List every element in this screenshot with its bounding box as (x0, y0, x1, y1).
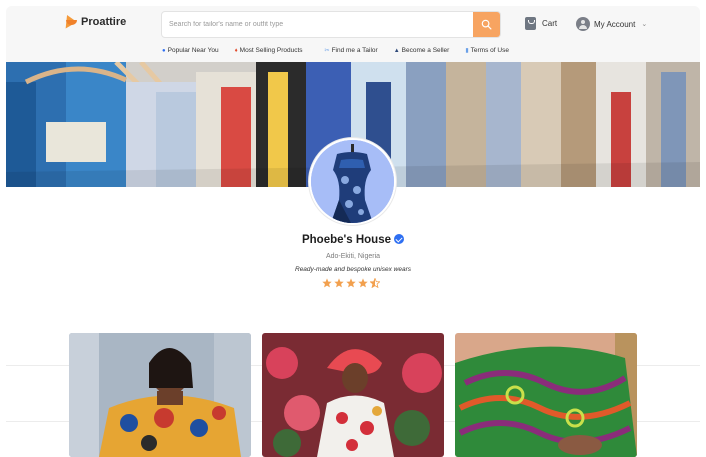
scissors-icon: ✂ (324, 47, 330, 54)
page: Proattire Cart My Account ⌄ (0, 0, 706, 457)
cart-label: Cart (542, 19, 558, 28)
product-image (262, 333, 444, 457)
nav-item-become-seller[interactable]: ▲ Become a Seller (394, 47, 450, 54)
star-half-icon (370, 278, 380, 288)
profile-section: Phoebe's House Ado-Ekiti, Nigeria Ready-… (6, 187, 700, 457)
nav-item-label: Find me a Tailor (331, 47, 378, 54)
browser-frame: Proattire Cart My Account ⌄ (6, 6, 700, 457)
shop-name-heading: Phoebe's House (6, 234, 700, 246)
account-label: My Account (594, 19, 636, 29)
logo[interactable]: Proattire (60, 12, 127, 29)
search-bar (161, 11, 501, 38)
search-input[interactable] (162, 12, 474, 37)
user-avatar-icon (576, 17, 590, 31)
nav-item-popular-near-you[interactable]: ● Popular Near You (162, 47, 219, 54)
rating-stars (322, 278, 380, 288)
graduation-cap-icon: ▲ (393, 47, 400, 54)
product-image (69, 333, 251, 457)
account-menu[interactable]: My Account ⌄ (576, 17, 647, 31)
nav-item-find-tailor[interactable]: ✂ Find me a Tailor (325, 47, 378, 54)
shop-location: Ado-Ekiti, Nigeria (325, 253, 381, 260)
product-image (455, 333, 637, 457)
star-full-icon (346, 278, 356, 288)
product-card[interactable] (69, 333, 251, 457)
logo-icon (60, 12, 77, 29)
nav-item-label: Most Selling Products (239, 47, 303, 54)
shopping-bag-icon (525, 17, 536, 30)
nav-item-label: Terms of Use (470, 47, 509, 54)
verified-badge-icon (394, 234, 404, 244)
star-full-icon (322, 278, 332, 288)
star-full-icon (358, 278, 368, 288)
site-header: Proattire Cart My Account ⌄ (6, 6, 700, 62)
shop-tagline: Ready-made and bespoke unisex wears (295, 266, 411, 273)
nav-item-most-selling[interactable]: ♦ Most Selling Products (235, 47, 303, 54)
star-full-icon (334, 278, 344, 288)
nav-bar: ● Popular Near You ♦ Most Selling Produc… (162, 47, 509, 54)
search-icon (481, 19, 492, 30)
search-button[interactable] (473, 12, 500, 37)
nav-item-label: Become a Seller (401, 47, 450, 54)
chevron-down-icon: ⌄ (641, 21, 648, 28)
location-pin-icon: ● (162, 47, 166, 54)
shop-avatar[interactable] (309, 138, 396, 225)
product-card[interactable] (455, 333, 637, 457)
fire-icon: ♦ (234, 47, 238, 54)
nav-item-terms[interactable]: ▮ Terms of Use (465, 47, 509, 54)
logo-text: Proattire (81, 15, 127, 28)
shop-avatar-image (311, 140, 394, 223)
nav-item-label: Popular Near You (167, 47, 219, 54)
document-icon: ▮ (465, 47, 469, 54)
cart-button[interactable]: Cart (525, 17, 557, 30)
product-card[interactable] (262, 333, 444, 457)
shop-name: Phoebe's House (301, 234, 391, 246)
